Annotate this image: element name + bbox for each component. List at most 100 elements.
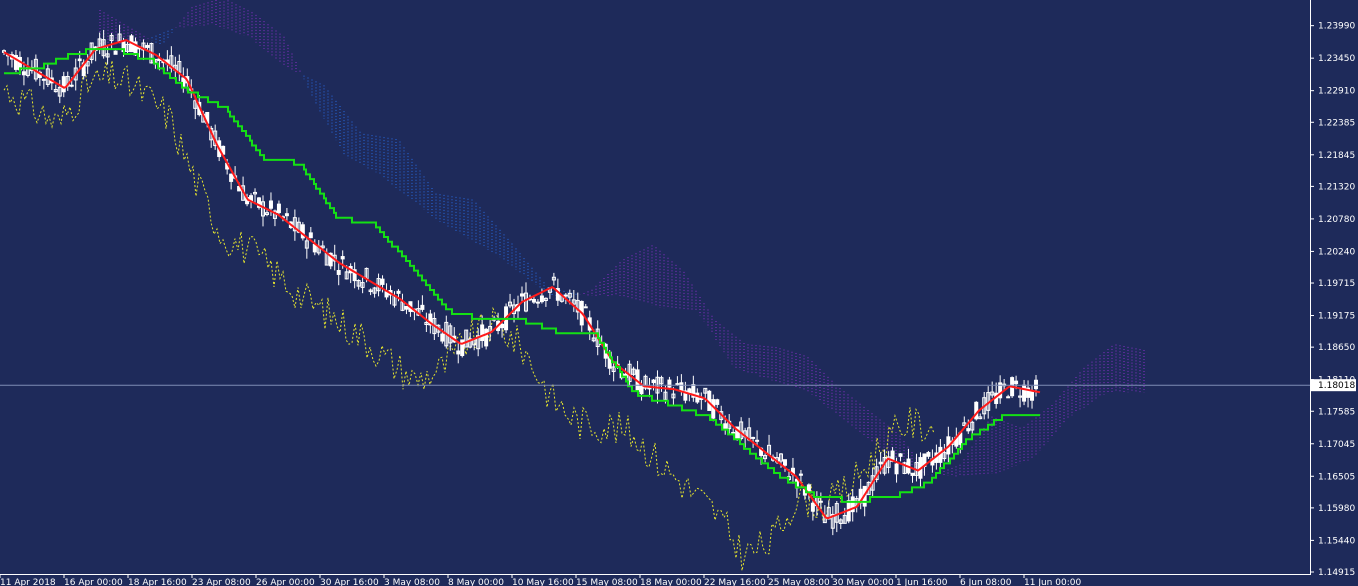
candle-body bbox=[420, 304, 425, 310]
candle-body bbox=[276, 203, 281, 214]
y-tick-label: 1.23450 bbox=[1318, 54, 1355, 64]
candle-body bbox=[404, 305, 409, 310]
candle bbox=[974, 401, 979, 421]
candle-body bbox=[723, 423, 728, 430]
candle-body bbox=[798, 473, 803, 476]
x-tick-label: 10 May 16:00 bbox=[512, 578, 574, 586]
x-tick-label: 22 May 16:00 bbox=[704, 578, 766, 586]
candle-body bbox=[535, 301, 540, 304]
candle bbox=[643, 374, 648, 391]
y-tick-label: 1.22385 bbox=[1318, 118, 1355, 128]
y-tick-label: 1.16505 bbox=[1318, 472, 1355, 482]
candle-body bbox=[679, 382, 684, 392]
candle-body bbox=[69, 84, 74, 87]
x-tick-label: 11 Jun 00:00 bbox=[1024, 578, 1081, 586]
candle-body bbox=[782, 459, 787, 466]
x-tick-label: 3 May 08:00 bbox=[384, 578, 440, 586]
y-tick-label: 1.17585 bbox=[1318, 407, 1355, 417]
candle-body bbox=[1006, 396, 1011, 399]
candle-body bbox=[77, 58, 82, 62]
candle-body bbox=[583, 306, 588, 309]
candle-body bbox=[440, 333, 445, 342]
x-tick-label: 25 May 08:00 bbox=[768, 578, 830, 586]
x-tick-label: 30 Apr 16:00 bbox=[320, 578, 379, 586]
candle-body bbox=[480, 324, 485, 342]
y-tick-label: 1.17045 bbox=[1318, 440, 1355, 450]
y-tick-label: 1.19175 bbox=[1318, 312, 1355, 322]
x-tick-label: 15 May 08:00 bbox=[576, 578, 638, 586]
x-tick-label: 23 Apr 08:00 bbox=[192, 578, 251, 586]
current-price-text: 1.18018 bbox=[1318, 381, 1355, 391]
candle-body bbox=[61, 76, 66, 93]
candle-body bbox=[500, 323, 505, 329]
candle-body bbox=[308, 232, 313, 239]
candle-body bbox=[531, 298, 536, 303]
x-tick-label: 18 Apr 16:00 bbox=[128, 578, 187, 586]
candle-body bbox=[1034, 379, 1039, 390]
candle-body bbox=[926, 452, 931, 457]
x-tick-label: 30 May 00:00 bbox=[832, 578, 894, 586]
candle-body bbox=[715, 399, 720, 405]
y-tick-label: 1.15440 bbox=[1318, 536, 1355, 546]
candle-body bbox=[1022, 384, 1027, 402]
candle bbox=[484, 327, 489, 350]
candle-body bbox=[675, 383, 680, 386]
candle bbox=[257, 196, 262, 210]
candle bbox=[902, 461, 907, 475]
x-tick-label: 8 May 00:00 bbox=[448, 578, 504, 586]
candle-body bbox=[878, 461, 883, 465]
candle-body bbox=[651, 379, 656, 384]
y-tick-label: 1.22910 bbox=[1318, 87, 1355, 97]
candle bbox=[464, 329, 469, 348]
chart-background bbox=[0, 0, 1358, 586]
candle-body bbox=[145, 45, 150, 48]
candle-body bbox=[1014, 380, 1019, 385]
x-tick-label: 18 May 00:00 bbox=[640, 578, 702, 586]
ichimoku-candlestick-chart: 1.23990 1.23450 1.22910 1.22385 1.21845 1.213… bbox=[0, 0, 1358, 586]
candle-body bbox=[113, 50, 118, 55]
candle-body bbox=[563, 294, 568, 297]
candle-body bbox=[380, 278, 385, 285]
current-price-label: 1.18018 bbox=[1311, 379, 1356, 392]
candle-body bbox=[806, 484, 811, 492]
y-tick-label: 1.21845 bbox=[1318, 151, 1355, 161]
candle-body bbox=[268, 200, 273, 209]
y-tick-label: 1.18650 bbox=[1318, 343, 1355, 353]
x-tick-label: 11 Apr 2018 bbox=[0, 578, 56, 586]
candle-body bbox=[639, 385, 644, 395]
x-tick-label: 16 Apr 00:00 bbox=[64, 578, 123, 586]
candle-body bbox=[284, 213, 289, 217]
y-tick-label: 1.15980 bbox=[1318, 504, 1355, 514]
candle-body bbox=[910, 472, 915, 476]
x-tick-label: 1 Jun 16:00 bbox=[896, 578, 948, 586]
candle-body bbox=[810, 502, 815, 512]
candle-body bbox=[484, 328, 489, 347]
y-tick-label: 1.23990 bbox=[1318, 22, 1355, 32]
candle-body bbox=[731, 431, 736, 434]
candle-body bbox=[1030, 390, 1035, 401]
candle-body bbox=[966, 428, 971, 432]
candle-body bbox=[229, 173, 234, 182]
candle-body bbox=[456, 350, 461, 355]
candle-body bbox=[539, 295, 544, 303]
candle-body bbox=[687, 388, 692, 394]
candle-body bbox=[818, 500, 823, 503]
candle-body bbox=[336, 269, 341, 275]
candle-body bbox=[41, 78, 46, 81]
candle-body bbox=[520, 293, 524, 297]
x-tick-label: 6 Jun 08:00 bbox=[960, 578, 1012, 586]
y-tick-label: 1.14915 bbox=[1318, 568, 1355, 578]
x-tick-label: 26 Apr 00:00 bbox=[256, 578, 315, 586]
candle-body bbox=[695, 392, 700, 403]
candle-body bbox=[898, 453, 903, 457]
candle-body bbox=[667, 379, 672, 388]
y-tick-label: 1.21320 bbox=[1318, 182, 1355, 192]
candle-body bbox=[340, 256, 345, 260]
y-tick-label: 1.20780 bbox=[1318, 215, 1355, 225]
candle bbox=[113, 50, 118, 55]
candle-body bbox=[751, 436, 756, 439]
y-tick-label: 1.20240 bbox=[1318, 247, 1355, 257]
candle-body bbox=[894, 463, 899, 475]
candle bbox=[300, 222, 305, 241]
y-tick-label: 1.19715 bbox=[1318, 279, 1355, 289]
